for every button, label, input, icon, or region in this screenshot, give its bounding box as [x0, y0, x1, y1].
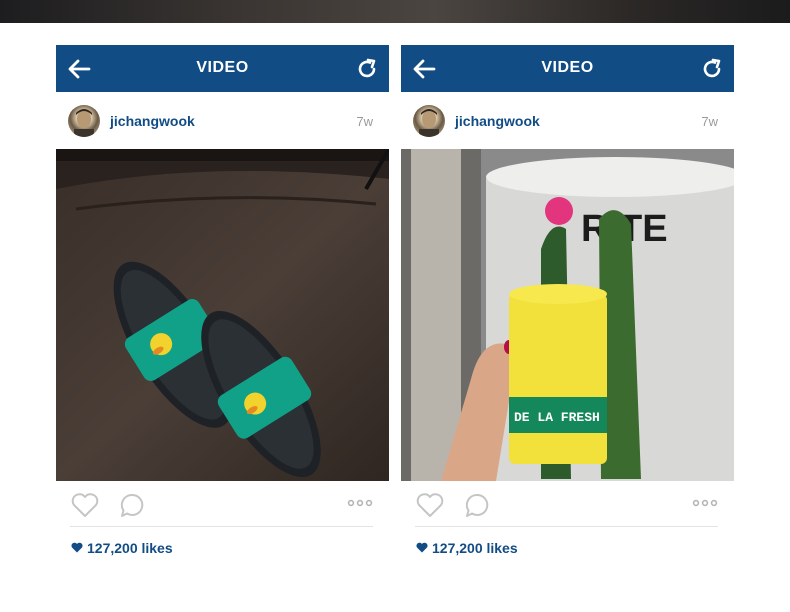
- top-photo-strip: [0, 0, 790, 23]
- comment-icon[interactable]: [463, 491, 491, 519]
- post-time: 7w: [701, 114, 718, 129]
- post-card: VIDEO jichangwook 7w 127,200 likes: [56, 45, 389, 565]
- action-bar: [401, 481, 734, 531]
- divider: [415, 526, 718, 527]
- user-row: jichangwook 7w: [56, 92, 389, 149]
- can-label: DE LA FRESH: [514, 410, 600, 425]
- heart-icon[interactable]: [70, 491, 100, 519]
- heart-filled-icon: [71, 542, 83, 553]
- post-card: VIDEO jichangwook 7w RITE: [401, 45, 734, 565]
- header-title: VIDEO: [196, 59, 249, 76]
- refresh-icon[interactable]: [700, 57, 724, 81]
- avatar[interactable]: [68, 105, 100, 137]
- post-header: VIDEO: [56, 45, 389, 92]
- action-bar: [56, 481, 389, 531]
- avatar[interactable]: [413, 105, 445, 137]
- post-photo-sandals[interactable]: [56, 149, 389, 481]
- comment-icon[interactable]: [118, 491, 146, 519]
- header-title: VIDEO: [541, 59, 594, 76]
- user-row: jichangwook 7w: [401, 92, 734, 149]
- username-link[interactable]: jichangwook: [110, 113, 195, 129]
- post-photo-cactus-can[interactable]: RITE DE LA FRESH: [401, 149, 734, 481]
- more-options-icon[interactable]: [347, 495, 373, 511]
- post-time: 7w: [356, 114, 373, 129]
- heart-icon[interactable]: [415, 491, 445, 519]
- divider: [70, 526, 373, 527]
- refresh-icon[interactable]: [355, 57, 379, 81]
- more-options-icon[interactable]: [692, 495, 718, 511]
- likes-count[interactable]: 127,200 likes: [87, 540, 173, 556]
- heart-filled-icon: [416, 542, 428, 553]
- username-link[interactable]: jichangwook: [455, 113, 540, 129]
- likes-count[interactable]: 127,200 likes: [432, 540, 518, 556]
- post-header: VIDEO: [401, 45, 734, 92]
